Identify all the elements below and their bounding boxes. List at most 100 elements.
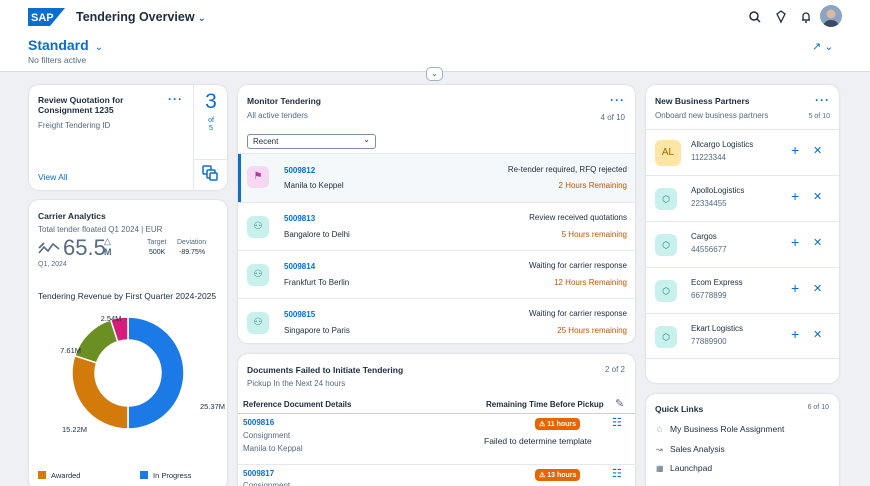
add-document-icon[interactable]: ☷ (612, 416, 622, 429)
business-partners-card[interactable]: New Business Partners Onboard new busine… (646, 85, 839, 383)
partner-row[interactable]: ⬡ Cargos 44556677 + ✕ (646, 221, 839, 267)
close-icon[interactable]: ✕ (813, 190, 822, 203)
megaphone-icon: ⚑ (247, 166, 269, 188)
svg-text:SAP: SAP (31, 12, 54, 24)
partner-id: 77889900 (691, 337, 727, 346)
pin-icon[interactable] (773, 9, 789, 25)
tender-route: Bangalore to Delhi (284, 230, 350, 239)
selected-indicator (238, 154, 241, 203)
tender-id[interactable]: 5009813 (284, 214, 315, 223)
card-title: Quick Links (655, 404, 704, 414)
view-all-link[interactable]: View All (38, 172, 68, 182)
close-icon[interactable]: ✕ (813, 282, 822, 295)
card-subtitle: Total tender floated Q1 2024 | EUR (38, 225, 163, 234)
more-options-button[interactable]: ··· (815, 93, 830, 107)
partner-row[interactable]: ⬡ Ecom Express 66778899 + ✕ (646, 267, 839, 313)
card-title: Carrier Analytics (38, 211, 106, 221)
tender-row[interactable]: ⚇ 5009815 Singapore to Paris Waiting for… (238, 298, 635, 343)
tender-status: Re-tender required, RFQ rejected (507, 165, 627, 174)
card-subtitle: Pickup In the Next 24 hours (247, 379, 346, 388)
divider (193, 159, 227, 160)
search-icon[interactable] (747, 9, 763, 25)
more-options-button[interactable]: ··· (168, 92, 183, 106)
chevron-down-icon: ⌄ (94, 42, 104, 53)
tender-time: 12 Hours Remaining (554, 278, 627, 287)
shell-bar: SAP Tendering Overview ⌄ (0, 0, 870, 34)
tender-route: Frankfurt To Berlin (284, 278, 350, 287)
tender-status: Waiting for carrier response (529, 309, 627, 318)
box-icon: ⬡ (655, 234, 677, 256)
partner-name: Ecom Express (691, 278, 743, 287)
add-icon[interactable]: + (791, 326, 799, 342)
bell-icon[interactable] (798, 9, 814, 25)
tender-id[interactable]: 5009814 (284, 262, 315, 271)
tender-status: Waiting for carrier response (529, 261, 627, 270)
group-icon: ⚇ (247, 216, 269, 238)
tender-time: 2 Hours Remaining (558, 181, 627, 190)
document-id[interactable]: 5009816 (243, 418, 274, 427)
time-badge: ⚠ 13 hours (535, 469, 581, 481)
document-type: Consignment (243, 431, 291, 440)
quick-link-item[interactable]: ↝ Sales Analysis (656, 444, 725, 454)
donut-chart[interactable]: 25.37M 15.22M 7.61M 2.54M (29, 305, 227, 465)
partner-initials: AL (655, 140, 681, 166)
variant-selector[interactable]: Standard ⌄ (28, 37, 103, 53)
kpi-unit: M (104, 247, 112, 257)
close-icon[interactable]: ✕ (813, 144, 822, 157)
count-total: 5 (209, 125, 213, 132)
user-avatar[interactable] (820, 5, 842, 27)
partner-id: 22334455 (691, 199, 727, 208)
close-icon[interactable]: ✕ (813, 328, 822, 341)
partner-name: Ekart Logistics (691, 324, 744, 333)
partner-id: 44556677 (691, 245, 727, 254)
partner-row[interactable]: AL Allcargo Logistics 11223344 + ✕ (646, 129, 839, 175)
donut-slice[interactable] (127, 316, 185, 430)
tender-time: 25 Hours remaining (557, 326, 627, 335)
item-count: 6 of 10 (807, 404, 829, 411)
tender-row[interactable]: ⚑ 5009812 Manila to Keppel Re-tender req… (238, 153, 635, 203)
legend-swatch-awarded (38, 471, 46, 479)
partner-row[interactable]: ⬡ Ekart Logistics 77889900 + ✕ (646, 313, 839, 359)
sap-logo[interactable]: SAP (28, 8, 65, 26)
quick-link-item[interactable]: ▦ Launchpad (656, 463, 712, 473)
launchpad-icon: ▦ (656, 464, 664, 473)
review-quotation-card[interactable]: Review Quotation for Consignment 1235 ··… (29, 85, 227, 190)
box-icon: ⬡ (655, 326, 677, 348)
add-icon[interactable]: + (791, 280, 799, 296)
filter-status: No filters active (28, 55, 87, 65)
partner-row[interactable]: ⬡ ApolloLogistics 22334455 + ✕ (646, 175, 839, 221)
donut-slice[interactable] (71, 354, 129, 430)
close-icon[interactable]: ✕ (813, 236, 822, 249)
legend-label-in-progress: In Progress (153, 471, 192, 480)
donut-slice[interactable] (73, 318, 119, 364)
tender-row[interactable]: ⚇ 5009814 Frankfurt To Berlin Waiting fo… (238, 250, 635, 298)
share-icon[interactable]: ↗ ⌄ (812, 40, 834, 53)
tender-id[interactable]: 5009815 (284, 310, 315, 319)
recent-select[interactable]: Recent ⌄ (247, 134, 376, 149)
tender-id[interactable]: 5009812 (284, 166, 315, 175)
more-options-button[interactable]: ··· (610, 93, 625, 107)
tender-route: Manila to Keppel (284, 181, 344, 190)
failed-documents-card[interactable]: Documents Failed to Initiate Tendering P… (238, 354, 635, 486)
partner-name: Cargos (691, 232, 717, 241)
add-icon[interactable]: + (791, 142, 799, 158)
carrier-analytics-card[interactable]: Carrier Analytics Total tender floated Q… (29, 200, 227, 486)
header-divider (238, 413, 635, 414)
card-subtitle: All active tenders (247, 111, 308, 120)
add-icon[interactable]: + (791, 188, 799, 204)
collapse-header-button[interactable]: ⌄ (426, 67, 443, 81)
add-icon[interactable]: + (791, 234, 799, 250)
add-document-icon[interactable]: ☷ (612, 467, 622, 480)
card-subtitle: Freight Tendering ID (38, 121, 111, 130)
quick-links-card[interactable]: Quick Links 6 of 10 ♘ My Business Role As… (646, 394, 839, 486)
tender-row[interactable]: ⚇ 5009813 Bangalore to Delhi Review rece… (238, 202, 635, 250)
monitor-tendering-card[interactable]: Monitor Tendering All active tenders ···… (238, 85, 635, 343)
document-id[interactable]: 5009817 (243, 469, 274, 478)
kpi-period: Q1, 2024 (38, 261, 67, 268)
settings-icon[interactable]: ✎ (615, 397, 624, 410)
app-title[interactable]: Tendering Overview ⌄ (76, 10, 206, 24)
count-of: of (208, 117, 214, 124)
quick-link-item[interactable]: ♘ My Business Role Assignment (656, 424, 784, 434)
stack-icon[interactable] (201, 164, 219, 182)
deviation-label: Deviation (177, 239, 207, 246)
